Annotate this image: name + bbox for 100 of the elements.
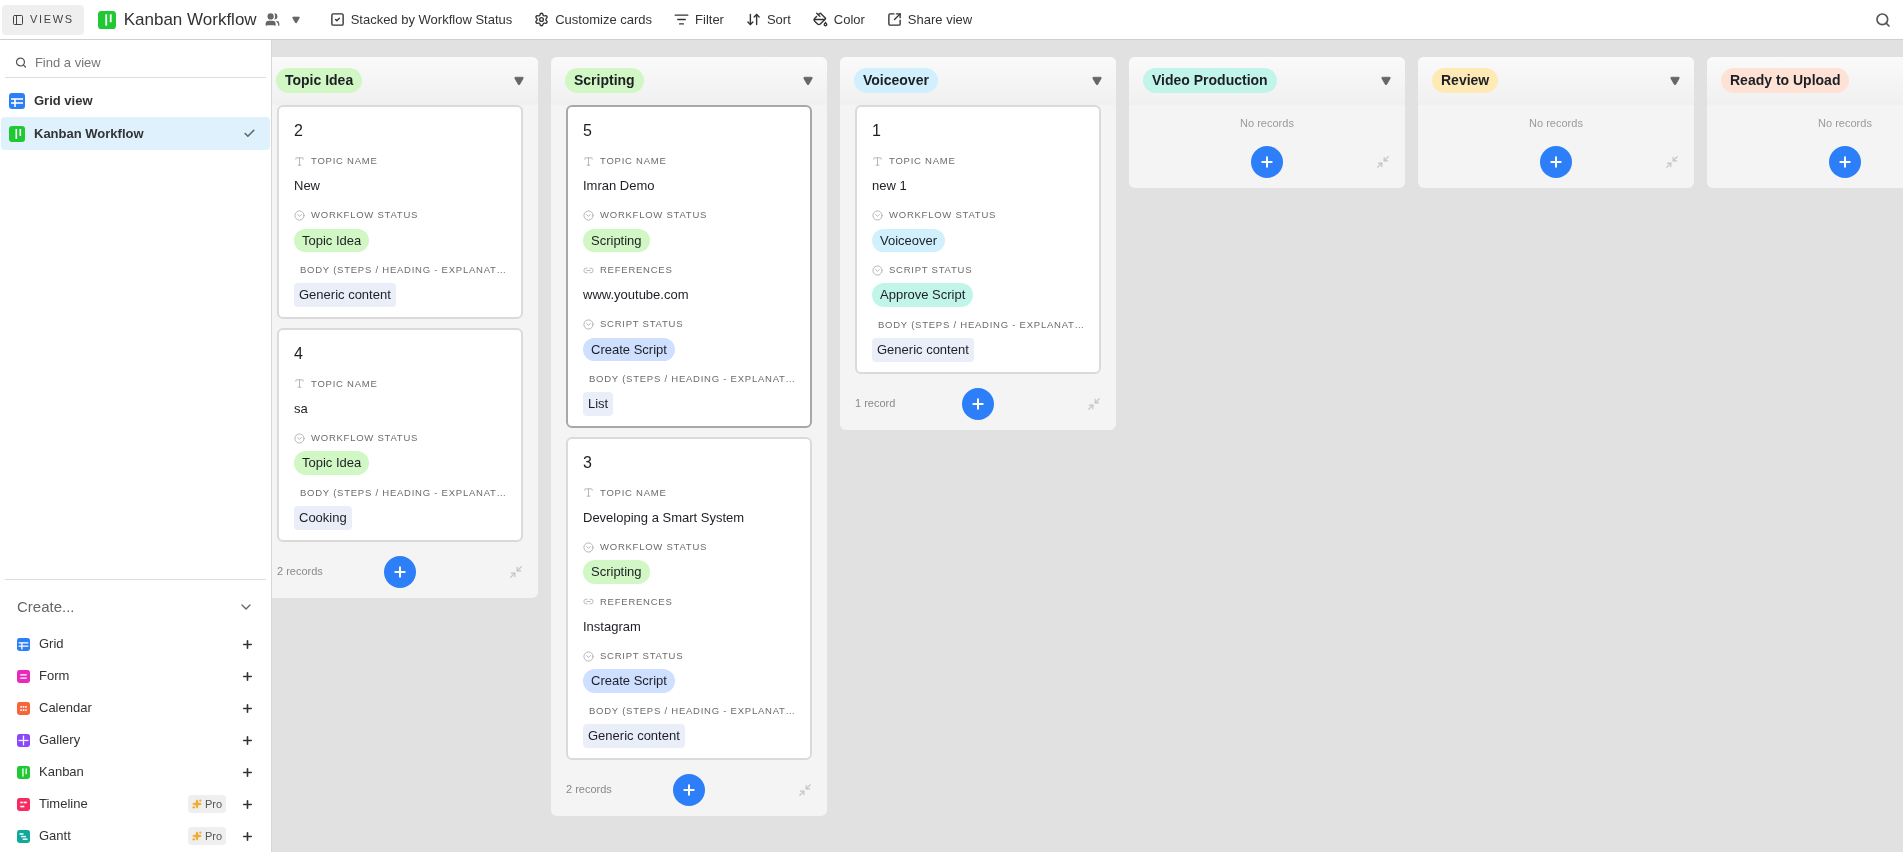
create-view-item[interactable]: Grid	[0, 628, 271, 660]
plus-icon[interactable]	[241, 797, 254, 811]
search-field[interactable]: Find a view	[34, 52, 256, 73]
add-record-button[interactable]	[1540, 145, 1572, 178]
field-value: www.youtube.com	[583, 287, 689, 303]
plus-icon[interactable]	[241, 733, 254, 747]
search-icon	[15, 56, 27, 69]
create-view-item[interactable]: Gantt Pro	[0, 820, 271, 852]
toolbar-button[interactable]: Filter	[674, 9, 724, 30]
status-tag: Approve Script	[872, 283, 974, 307]
field-label: REFERENCES	[600, 263, 673, 277]
view-item[interactable]: Grid view	[1, 84, 270, 117]
content-tag: Cooking	[294, 506, 352, 530]
status-tag: Scripting	[583, 560, 650, 584]
column-title: Topic Idea	[276, 68, 363, 93]
status-tag: Voiceover	[872, 228, 946, 252]
record-card[interactable]: 1 TOPIC NAME new 1 WORKFLOW STATUS Voiceover SCRIPT STATUS Approve Script BODY (STEPS / HEADING - EXPLANAT… Generic content	[855, 105, 1101, 374]
create-heading: Create...	[17, 596, 75, 617]
record-card[interactable]: 2 TOPIC NAME New WORKFLOW STATUS Topic Idea BODY (STEPS / HEADING - EXPLANAT… Generic content	[277, 105, 523, 319]
create-view-item[interactable]: Timeline Pro	[0, 788, 271, 820]
view-item[interactable]: Kanban Workflow	[1, 117, 270, 150]
column-title: Voiceover	[854, 68, 938, 93]
plus-icon[interactable]	[241, 765, 254, 779]
field-label: SCRIPT STATUS	[889, 263, 973, 277]
stack-icon	[329, 12, 345, 27]
caret-icon[interactable]	[1670, 75, 1680, 86]
record-card[interactable]: 4 TOPIC NAME sa WORKFLOW STATUS Topic Idea BODY (STEPS / HEADING - EXPLANAT… Cooking	[277, 327, 523, 542]
text-field-icon	[294, 378, 305, 390]
status-tag: Create Script	[583, 669, 675, 693]
views-button[interactable]: VIEWS	[2, 4, 84, 35]
caret-icon[interactable]	[1381, 75, 1391, 86]
field-value: sa	[294, 401, 308, 416]
toolbar-button[interactable]: Color	[812, 9, 865, 30]
add-record-button[interactable]	[962, 387, 994, 420]
search-icon[interactable]	[1875, 11, 1891, 28]
dropdown-field-icon	[294, 432, 305, 444]
create-view-item[interactable]: Kanban	[0, 756, 271, 788]
add-record-button[interactable]	[673, 773, 705, 806]
plus-icon	[1548, 153, 1564, 170]
record-number: 1	[872, 121, 882, 141]
record-number: 2	[294, 121, 304, 141]
record-number: 4	[294, 343, 304, 364]
plus-icon	[392, 563, 408, 580]
status-tag: Create Script	[583, 337, 675, 361]
field-value: Instagram	[583, 619, 641, 634]
record-card[interactable]: 3 TOPIC NAME Developing a Smart System WORKFLOW STATUS Scripting REFERENCES Instagram SCRIPT STATUS Create Script BODY (STEPS / HEADING - EXPLANAT… Generic content	[566, 436, 812, 760]
column-title: Ready to Upload	[1721, 68, 1850, 93]
field-label: WORKFLOW STATUS	[600, 208, 708, 223]
create-view-item[interactable]: Gallery	[0, 724, 271, 756]
status-tag: Topic Idea	[294, 451, 370, 475]
field-label: BODY (STEPS / HEADING - EXPLANAT…	[300, 263, 507, 277]
plus-icon	[1259, 153, 1275, 170]
empty-message: No records	[1528, 116, 1584, 131]
field-label: TOPIC NAME	[889, 154, 956, 168]
content-tag: Generic content	[294, 283, 396, 307]
column-title: Review	[1432, 68, 1499, 93]
plus-icon[interactable]	[241, 637, 254, 651]
plus-icon[interactable]	[241, 669, 254, 683]
toolbar-button[interactable]: Sort	[745, 9, 791, 30]
color-icon	[812, 12, 828, 27]
add-record-button[interactable]	[1829, 145, 1861, 178]
people-icon	[264, 12, 280, 27]
status-tag: Topic Idea	[294, 228, 370, 252]
record-number: 5	[583, 121, 593, 141]
field-label: SCRIPT STATUS	[600, 317, 684, 332]
filter-icon	[674, 12, 690, 27]
text-field-icon	[294, 155, 305, 167]
sidebar-icon	[12, 13, 24, 26]
create-view-item[interactable]: Form	[0, 660, 271, 692]
dropdown-field-icon	[872, 264, 883, 276]
plus-icon[interactable]	[241, 701, 254, 715]
dropdown-field-icon	[872, 209, 883, 221]
column-title: Scripting	[565, 68, 644, 93]
field-value: New	[294, 178, 320, 194]
toolbar-button[interactable]: Stacked by Workflow Status	[329, 9, 513, 30]
plus-icon[interactable]	[241, 829, 254, 843]
plus-icon	[1837, 153, 1853, 170]
caret-icon[interactable]	[803, 75, 813, 86]
field-label: TOPIC NAME	[311, 376, 378, 391]
view-name[interactable]: Kanban Workflow	[123, 6, 257, 33]
kanban-view-icon	[97, 10, 116, 29]
pro-badge: Pro	[187, 794, 226, 814]
record-count: 2 records	[566, 782, 612, 798]
caret-icon[interactable]	[514, 75, 524, 86]
add-record-button[interactable]	[1251, 145, 1283, 178]
caret-icon[interactable]	[291, 15, 300, 24]
pro-badge: Pro	[187, 826, 226, 846]
sparkle-icon	[191, 831, 202, 841]
toolbar-button[interactable]: Customize cards	[534, 9, 653, 30]
field-label: WORKFLOW STATUS	[311, 431, 419, 445]
dropdown-field-icon	[583, 318, 594, 330]
record-card[interactable]: 5 TOPIC NAME Imran Demo WORKFLOW STATUS Scripting REFERENCES www.youtube.com SCRIPT STATUS Create Script BODY (STEPS / HEADING - EXPLANAT… List	[566, 105, 812, 428]
create-view-item[interactable]: Calendar	[0, 692, 271, 724]
field-label: BODY (STEPS / HEADING - EXPLANAT…	[300, 485, 507, 500]
add-record-button[interactable]	[384, 555, 416, 588]
record-number: 3	[583, 452, 593, 473]
toolbar-button[interactable]: Share view	[886, 9, 973, 30]
caret-icon[interactable]	[1092, 75, 1102, 86]
empty-message: No records	[1817, 116, 1873, 131]
content-tag: Generic content	[583, 724, 685, 748]
